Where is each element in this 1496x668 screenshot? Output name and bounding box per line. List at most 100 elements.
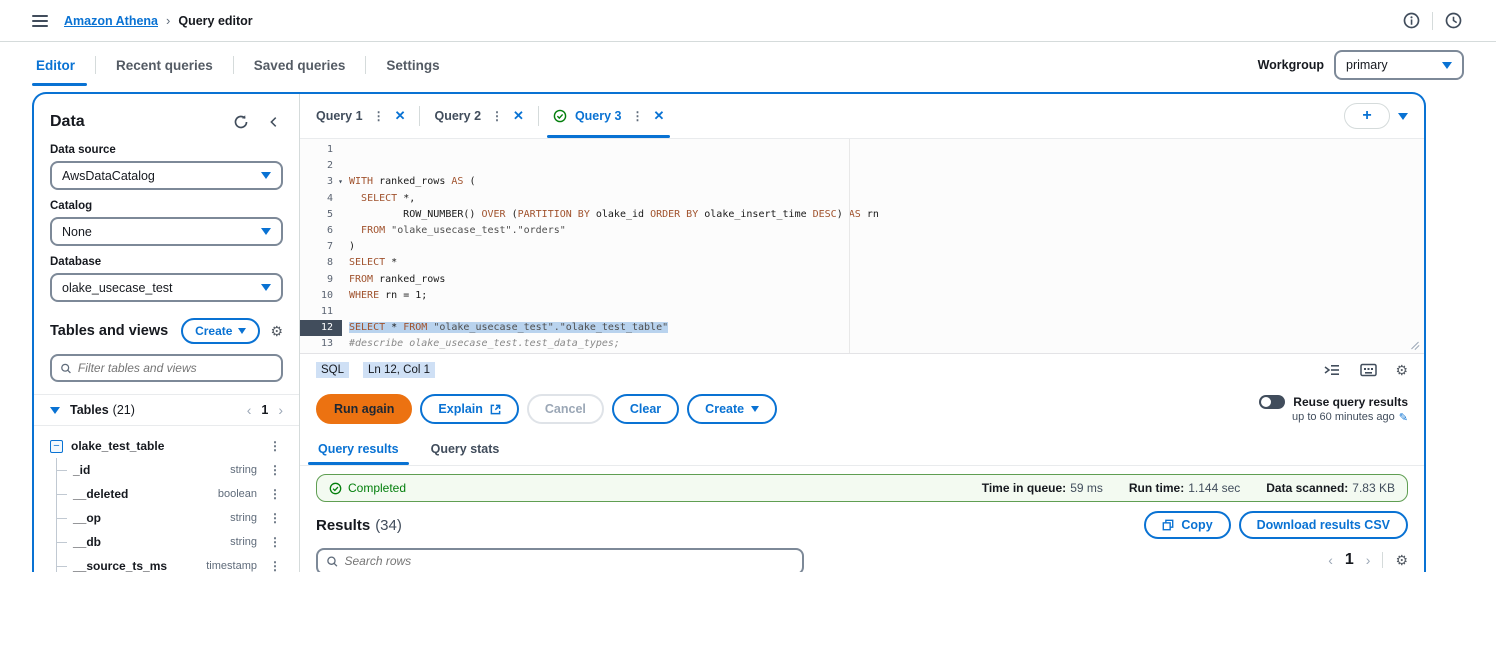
- query-tab-3[interactable]: Query 3 ⋮ ✕: [539, 94, 678, 138]
- tree-column-row[interactable]: __dbstring⋮: [57, 530, 283, 554]
- tree-column-row[interactable]: __source_ts_mstimestamp⋮: [57, 554, 283, 572]
- download-results-csv-button[interactable]: Download results CSV: [1239, 511, 1408, 539]
- section-expand-icon[interactable]: [50, 407, 60, 414]
- code-line[interactable]: FROM ranked_rows: [349, 272, 1424, 288]
- keyboard-shortcuts-icon[interactable]: [1358, 361, 1379, 379]
- hamburger-menu-icon[interactable]: [32, 15, 48, 27]
- close-icon[interactable]: ✕: [513, 108, 524, 124]
- tab-query-results[interactable]: Query results: [302, 432, 415, 465]
- line-number: 5: [300, 207, 342, 223]
- kebab-menu-icon[interactable]: ⋮: [267, 439, 283, 453]
- code-text: SELECT *,: [349, 193, 415, 204]
- breadcrumb-amazon-athena-link[interactable]: Amazon Athena: [64, 14, 158, 28]
- kebab-menu-icon[interactable]: ⋮: [630, 109, 646, 123]
- edit-pencil-icon[interactable]: ✎: [1399, 411, 1408, 424]
- refresh-icon[interactable]: [231, 112, 251, 132]
- database-value: olake_usecase_test: [62, 281, 173, 295]
- tree-column-row[interactable]: _idstring⋮: [57, 458, 283, 482]
- reuse-results-toggle[interactable]: [1259, 395, 1285, 409]
- create-query-button[interactable]: Create: [687, 394, 777, 424]
- explain-button[interactable]: Explain: [420, 394, 518, 424]
- code-line[interactable]: ): [349, 239, 1424, 255]
- copy-button[interactable]: Copy: [1144, 511, 1230, 539]
- fold-arrow-icon[interactable]: ▾: [338, 174, 343, 190]
- cancel-button[interactable]: Cancel: [527, 394, 604, 424]
- editor-settings-icon[interactable]: ⚙: [1395, 363, 1408, 377]
- run-again-button[interactable]: Run again: [316, 394, 412, 424]
- code-line[interactable]: SELECT * FROM "olake_usecase_test"."olak…: [349, 320, 1424, 336]
- tree-table-row[interactable]: −olake_test_table⋮: [50, 434, 283, 458]
- code-line[interactable]: WITH ranked_rows AS (: [349, 174, 1424, 190]
- kebab-menu-icon[interactable]: ⋮: [267, 511, 283, 525]
- create-button[interactable]: Create: [181, 318, 260, 344]
- kebab-menu-icon[interactable]: ⋮: [371, 109, 387, 123]
- query-tab-1[interactable]: Query 1 ⋮ ✕: [302, 94, 419, 138]
- code-line[interactable]: SELECT *,: [349, 191, 1424, 207]
- code-line[interactable]: WHERE rn = 1;: [349, 288, 1424, 304]
- breadcrumb: Amazon Athena › Query editor: [64, 13, 253, 28]
- catalog-select[interactable]: None: [50, 217, 283, 246]
- close-icon[interactable]: ✕: [654, 108, 665, 124]
- breadcrumb-separator-icon: ›: [166, 13, 170, 28]
- kebab-menu-icon[interactable]: ⋮: [267, 559, 283, 572]
- new-query-tab-button[interactable]: +: [1344, 103, 1390, 129]
- tree-column-row[interactable]: __deletedboolean⋮: [57, 482, 283, 506]
- search-rows-input[interactable]: [344, 554, 794, 568]
- column-type: string: [230, 464, 257, 476]
- page-next-icon[interactable]: ›: [278, 403, 283, 417]
- code-line[interactable]: ROW_NUMBER() OVER (PARTITION BY olake_id…: [349, 207, 1424, 223]
- kebab-menu-icon[interactable]: ⋮: [267, 487, 283, 501]
- tab-settings[interactable]: Settings: [366, 42, 459, 88]
- clear-label: Clear: [630, 402, 661, 416]
- editor-resize-handle[interactable]: [1410, 339, 1420, 349]
- line-number: 6: [300, 223, 342, 239]
- tab-editor[interactable]: Editor: [32, 42, 95, 88]
- tab-query-stats[interactable]: Query stats: [415, 432, 516, 465]
- code-line[interactable]: [349, 158, 1424, 174]
- code-line[interactable]: SELECT *: [349, 255, 1424, 271]
- page-previous-icon[interactable]: ‹: [247, 403, 252, 417]
- sql-code-editor[interactable]: 123▾45678910111213 WITH ranked_rows AS (…: [300, 139, 1424, 353]
- results-page-number[interactable]: 1: [1345, 551, 1354, 569]
- data-panel-title: Data: [50, 113, 85, 131]
- kebab-menu-icon[interactable]: ⋮: [267, 535, 283, 549]
- tree-column-row[interactable]: __opstring⋮: [57, 506, 283, 530]
- success-check-icon: [553, 109, 567, 123]
- external-link-icon: [490, 404, 501, 415]
- code-line[interactable]: FROM "olake_usecase_test"."orders": [349, 223, 1424, 239]
- collapse-panel-icon[interactable]: [265, 113, 283, 131]
- filter-tables-input[interactable]: [78, 361, 273, 375]
- collapse-node-icon[interactable]: −: [50, 440, 63, 453]
- query-tab-2[interactable]: Query 2 ⋮ ✕: [420, 94, 537, 138]
- database-select[interactable]: olake_usecase_test: [50, 273, 283, 302]
- tab-list-dropdown-icon[interactable]: [1398, 113, 1408, 120]
- reuse-results-label: Reuse query results: [1293, 395, 1408, 409]
- search-rows-box[interactable]: [316, 548, 804, 573]
- results-page-previous-icon[interactable]: ‹: [1328, 553, 1333, 567]
- results-preferences-icon[interactable]: ⚙: [1395, 553, 1408, 567]
- query-editor-container: Data Data source AwsDataCatalog Catalog …: [32, 92, 1426, 572]
- code-line[interactable]: [349, 142, 1424, 158]
- clear-button[interactable]: Clear: [612, 394, 679, 424]
- code-line[interactable]: #describe olake_usecase_test.test_data_t…: [349, 336, 1424, 352]
- kebab-menu-icon[interactable]: ⋮: [489, 109, 505, 123]
- line-number: 2: [300, 158, 342, 174]
- results-page-next-icon[interactable]: ›: [1366, 553, 1371, 567]
- code-line[interactable]: [349, 304, 1424, 320]
- query-tabs-bar: Query 1 ⋮ ✕ Query 2 ⋮ ✕ Query 3 ⋮ ✕ +: [300, 94, 1424, 139]
- filter-tables-search[interactable]: [50, 354, 283, 382]
- data-source-select[interactable]: AwsDataCatalog: [50, 161, 283, 190]
- page-number[interactable]: 1: [261, 403, 268, 417]
- tab-saved-queries[interactable]: Saved queries: [234, 42, 366, 88]
- cursor-position: Ln 12, Col 1: [363, 362, 435, 378]
- copy-label: Copy: [1181, 518, 1212, 532]
- tab-recent-queries[interactable]: Recent queries: [96, 42, 233, 88]
- kebab-menu-icon[interactable]: ⋮: [267, 463, 283, 477]
- gear-icon[interactable]: ⚙: [270, 324, 283, 338]
- workgroup-select[interactable]: primary: [1334, 50, 1464, 80]
- close-icon[interactable]: ✕: [395, 108, 406, 124]
- clock-icon[interactable]: [1443, 10, 1464, 31]
- info-icon[interactable]: [1401, 10, 1422, 31]
- code-lines[interactable]: WITH ranked_rows AS ( SELECT *, ROW_NUMB…: [342, 139, 1424, 353]
- format-code-icon[interactable]: [1322, 361, 1342, 379]
